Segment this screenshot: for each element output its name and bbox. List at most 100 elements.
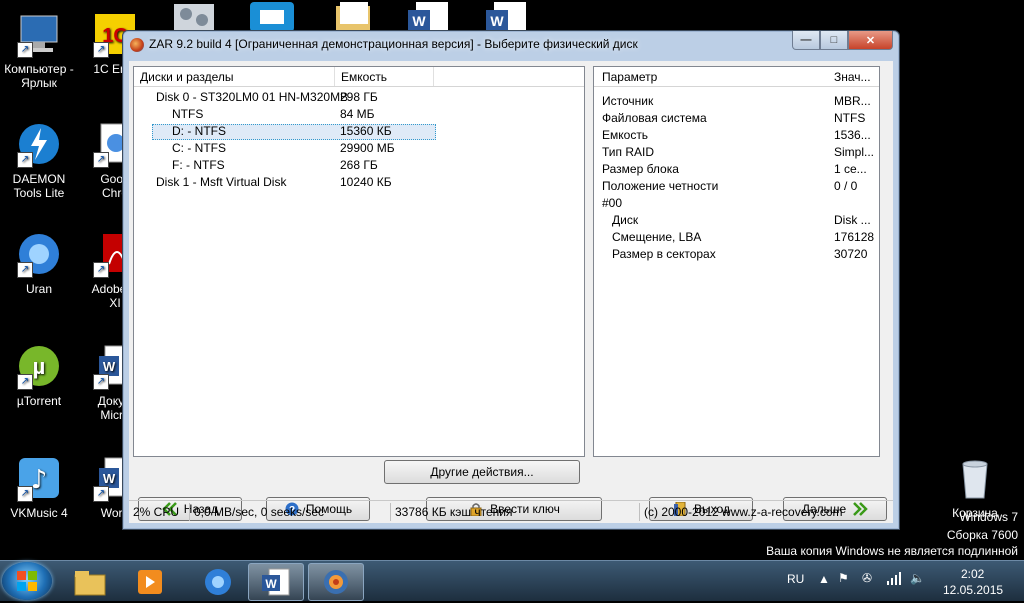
taskbar: W RU ▲ ⚑ ✇ 🔈 2:02 12.05.2015 [0,560,1024,601]
disk-row-name: C: - NTFS [172,141,226,155]
column-header-value[interactable]: Знач... [834,70,871,84]
start-button[interactable] [2,562,52,600]
svg-text:µ: µ [33,354,46,379]
property-value: NTFS [834,111,866,125]
title-bar[interactable]: ZAR 9.2 build 4 [Ограниченная демонстрац… [123,31,899,59]
disk-row-size: 298 ГБ [340,90,378,104]
disk-row-size: 84 МБ [340,107,375,121]
disk-row-name: Disk 0 - ST320LM0 01 HN-M320MB [156,90,349,104]
minimize-button[interactable]: — [792,31,820,50]
tray-app-icon[interactable]: ✇ [862,571,872,585]
zar-app-icon [130,38,144,52]
svg-text:W: W [265,577,277,591]
disk-row-size: 15360 КБ [340,124,392,138]
disk-row[interactable]: Disk 1 - Msft Virtual Disk 10240 КБ [134,174,584,191]
disk-row-size: 10240 КБ [340,175,392,189]
taskbar-zar-icon[interactable] [308,563,364,601]
tray-expand-icon[interactable]: ▲ [818,572,830,586]
disk-row[interactable]: Disk 0 - ST320LM0 01 HN-M320MB 298 ГБ [134,89,584,106]
desktop-icon-daemon[interactable]: ↗ DAEMON Tools Lite [0,120,78,200]
property-row[interactable]: Файловая система NTFS [594,110,879,127]
clock-date[interactable]: 12.05.2015 [943,583,1003,597]
desktop-icon-label: DAEMON [12,172,66,186]
partition-row[interactable]: C: - NTFS 29900 МБ [134,140,584,157]
partition-row[interactable]: F: - NTFS 268 ГБ [134,157,584,174]
property-name: Смещение, LBA [612,230,702,244]
desktop-icon-computer[interactable]: ↗ Компьютер - Ярлык [0,10,78,90]
property-row[interactable]: Источник MBR... [594,93,879,110]
status-io: 0,0 MB/sec, 0 seeks/sec [190,503,391,521]
property-value: Disk ... [834,213,871,227]
properties-panel: Параметр Знач... Источник MBR... Файловая… [593,66,880,457]
property-value: MBR... [834,94,871,108]
property-group-row[interactable]: #00 [594,195,879,212]
svg-text:W: W [103,359,116,374]
property-value: 1536... [834,128,871,142]
action-center-icon[interactable]: ⚑ [838,571,849,585]
property-value: 1 се... [834,162,867,176]
volume-icon[interactable]: 🔈 [910,571,925,585]
column-header-disks[interactable]: Диски и разделы [134,67,335,86]
desktop-icon-label: Ярлык [21,76,57,90]
taskbar-media-player-icon[interactable] [122,563,178,601]
property-value: 176128 [834,230,875,244]
clock-time[interactable]: 2:02 [961,567,984,581]
desktop-icon-label: Uran [25,282,52,296]
desktop-icon-label: µTorrent [16,394,62,408]
property-name: Емкость [602,128,649,142]
svg-text:♪: ♪ [31,465,48,495]
taskbar-uran-icon[interactable] [190,563,246,601]
partition-row-selected[interactable]: D: - NTFS 15360 КБ [134,123,584,140]
zar-window: ZAR 9.2 build 4 [Ограниченная демонстрац… [122,30,900,530]
property-name: Файловая система [602,111,707,125]
watermark-line3: Ваша копия Windows не является подлинной [766,544,1018,558]
partition-row[interactable]: NTFS 84 МБ [134,106,584,123]
property-value: 0 / 0 [834,179,858,193]
window-title: ZAR 9.2 build 4 [Ограниченная демонстрац… [149,37,638,51]
property-name: Тип RAID [602,145,655,159]
taskbar-explorer-icon[interactable] [62,563,118,601]
watermark-line1: Windows 7 [959,510,1018,524]
property-row[interactable]: Тип RAID Simpl... [594,144,879,161]
svg-text:W: W [412,13,426,29]
property-name: Размер в секторах [612,247,716,261]
property-row[interactable]: Смещение, LBA 176128 [594,229,879,246]
property-row[interactable]: Размер в секторах 30720 [594,246,879,263]
property-value: Simpl... [834,145,875,159]
desktop-icon-uran[interactable]: ↗ Uran [0,230,78,296]
property-row[interactable]: Диск Disk ... [594,212,879,229]
disk-row-name: F: - NTFS [172,158,225,172]
property-row[interactable]: Положение четности 0 / 0 [594,178,879,195]
column-header-param[interactable]: Параметр [602,70,657,84]
property-row[interactable]: Размер блока 1 се... [594,161,879,178]
property-name: Положение четности [602,179,719,193]
property-name: Диск [612,213,639,227]
status-copyright: (c) 2000-2012 www.z-a-recovery.com [644,505,843,519]
status-cpu: 2% CPU [129,503,190,521]
taskbar-word-icon[interactable]: W [248,563,304,601]
language-indicator[interactable]: RU [787,572,804,586]
column-header-capacity[interactable]: Емкость [335,67,434,86]
status-bar: 2% CPU 0,0 MB/sec, 0 seeks/sec 33786 КБ … [129,500,893,523]
desktop-icon-utorrent[interactable]: µ ↗ µTorrent [0,342,78,408]
disk-list-panel: Диски и разделы Емкость Disk 0 - ST320LM… [133,66,585,457]
disk-row-name: NTFS [172,107,204,121]
disk-row-name: D: - NTFS [172,124,226,138]
desktop-icon-label: VKMusic 4 [10,506,68,520]
disk-row-size: 268 ГБ [340,158,378,172]
svg-text:W: W [103,471,116,486]
property-value: 30720 [834,247,868,261]
watermark-line2: Сборка 7600 [946,528,1018,542]
property-row[interactable]: Емкость 1536... [594,127,879,144]
property-name: Размер блока [602,162,679,176]
desktop-icon-vkmusic[interactable]: ♪ ↗ VKMusic 4 [0,454,78,520]
property-name: Источник [602,94,654,108]
close-button[interactable]: ✕ [848,31,893,50]
desktop-icon-label: Компьютер - [4,62,74,76]
network-icon[interactable] [886,571,902,588]
svg-text:W: W [490,13,504,29]
window-client: Диски и разделы Емкость Disk 0 - ST320LM… [129,61,893,523]
maximize-button[interactable]: □ [820,31,848,50]
other-actions-button[interactable]: Другие действия... [384,460,580,484]
status-cache: 33786 КБ кэш чтения [391,503,640,521]
